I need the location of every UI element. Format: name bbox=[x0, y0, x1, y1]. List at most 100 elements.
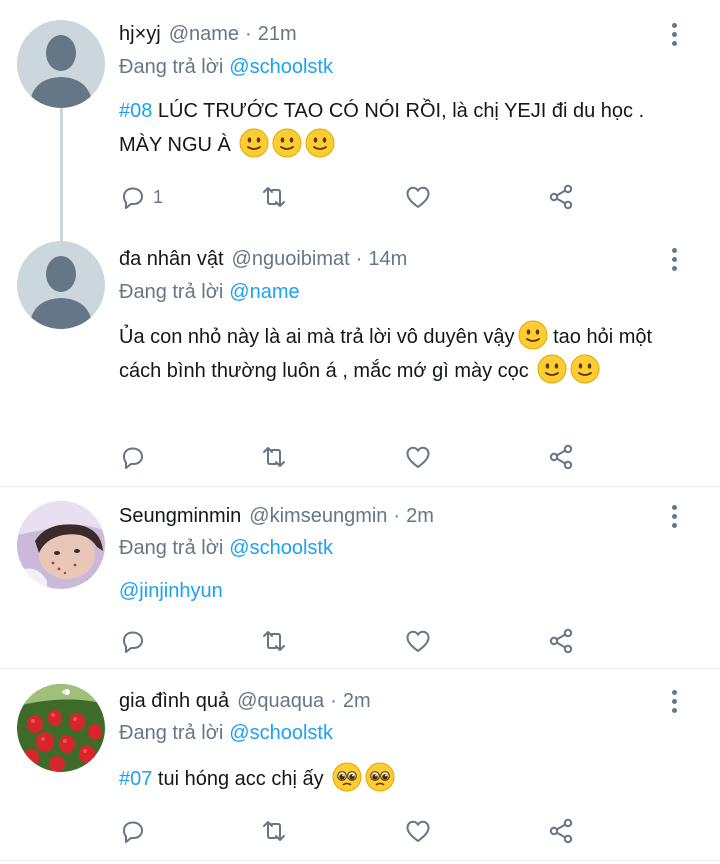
hashtag-link[interactable]: #07 bbox=[119, 768, 152, 790]
action-bar bbox=[119, 625, 589, 657]
avatar[interactable] bbox=[17, 501, 105, 589]
replying-to-label: Đang trả lời bbox=[119, 537, 224, 559]
photo-avatar-person bbox=[17, 501, 105, 589]
replying-to-label: Đang trả lời bbox=[119, 281, 224, 303]
avatar[interactable] bbox=[17, 20, 105, 108]
divider bbox=[0, 860, 720, 861]
separator: · bbox=[355, 247, 363, 270]
share-button[interactable] bbox=[547, 815, 575, 847]
avatar[interactable] bbox=[17, 241, 105, 329]
replying-to-label: Đang trả lời bbox=[119, 56, 224, 78]
divider bbox=[0, 668, 720, 669]
replying-to-label: Đang trả lời bbox=[119, 722, 224, 744]
more-options-icon[interactable] bbox=[664, 18, 684, 50]
slightly-smiling-face-emoji bbox=[570, 354, 601, 384]
avatar[interactable] bbox=[17, 684, 105, 772]
heart-icon bbox=[406, 186, 430, 208]
retweet-icon bbox=[263, 447, 285, 467]
reply-icon bbox=[123, 187, 143, 209]
tweet-text: @jinjinhyun bbox=[119, 574, 679, 608]
timestamp[interactable]: 2m bbox=[343, 690, 371, 713]
pleading-face-emoji bbox=[365, 762, 395, 792]
timestamp[interactable]: 14m bbox=[368, 248, 407, 271]
reply-icon bbox=[123, 631, 143, 653]
tweet-header: gia đình quả @quaqua · 2m bbox=[119, 685, 371, 717]
tweet-header: Seungminmin @kimseungmin · 2m bbox=[119, 500, 434, 532]
tweet-text-content: tui hóng acc chị ấy bbox=[152, 768, 330, 790]
retweet-icon bbox=[263, 187, 285, 207]
heart-icon bbox=[406, 630, 430, 652]
slightly-smiling-face-emoji bbox=[517, 320, 548, 350]
mention-link[interactable]: @schoolstk bbox=[229, 722, 333, 744]
user-name[interactable]: hj×yj bbox=[119, 23, 161, 46]
pleading-face-emoji bbox=[332, 762, 362, 792]
more-options-icon[interactable] bbox=[664, 243, 684, 275]
user-name[interactable]: Seungminmin bbox=[119, 505, 241, 528]
tweet-text: #07 tui hóng acc chị ấy bbox=[119, 762, 679, 796]
tweet-header: hj×yj @name · 21m bbox=[119, 18, 297, 50]
photo-avatar-strawberries bbox=[17, 684, 105, 772]
like-button[interactable] bbox=[404, 625, 432, 657]
mention-link[interactable]: @schoolstk bbox=[229, 537, 333, 559]
more-options-icon[interactable] bbox=[664, 500, 684, 532]
like-button[interactable] bbox=[404, 181, 432, 213]
slightly-smiling-face-emoji bbox=[305, 128, 336, 158]
user-handle[interactable]: @name bbox=[169, 23, 239, 46]
hashtag-link[interactable]: #08 bbox=[119, 100, 152, 122]
action-bar: 1 bbox=[119, 181, 589, 213]
timestamp[interactable]: 2m bbox=[406, 505, 434, 528]
slightly-smiling-face-emoji bbox=[239, 128, 270, 158]
action-bar bbox=[119, 815, 589, 847]
share-icon bbox=[549, 184, 573, 210]
retweet-icon bbox=[263, 631, 285, 651]
replying-to: Đang trả lời @name bbox=[119, 277, 300, 307]
replying-to: Đang trả lời @schoolstk bbox=[119, 533, 333, 563]
separator: · bbox=[393, 504, 401, 527]
slightly-smiling-face-emoji bbox=[272, 128, 303, 158]
separator: · bbox=[330, 689, 337, 712]
replying-to: Đang trả lời @schoolstk bbox=[119, 718, 333, 748]
retweet-button[interactable] bbox=[260, 815, 288, 847]
tweet-text: #08 LÚC TRƯỚC TAO CÓ NÓI RỒI, là chị YEJ… bbox=[119, 94, 679, 162]
user-name[interactable]: gia đình quả bbox=[119, 690, 229, 713]
replying-to: Đang trả lời @schoolstk bbox=[119, 52, 333, 82]
share-button[interactable] bbox=[547, 181, 575, 213]
retweet-icon bbox=[263, 821, 285, 841]
share-icon bbox=[549, 628, 573, 654]
share-button[interactable] bbox=[547, 625, 575, 657]
heart-icon bbox=[406, 820, 430, 842]
like-button[interactable] bbox=[404, 441, 432, 473]
reply-button[interactable] bbox=[119, 625, 147, 657]
user-handle[interactable]: @quaqua bbox=[237, 690, 324, 713]
tweet-text-content: Ủa con nhỏ này là ai mà trả lời vô duyên… bbox=[119, 326, 515, 348]
tweet-text-content: LÚC TRƯỚC TAO CÓ NÓI RỒI, là chị YEJI đi… bbox=[119, 100, 645, 156]
heart-icon bbox=[406, 446, 430, 468]
reply-button[interactable] bbox=[119, 441, 147, 473]
user-handle[interactable]: @kimseungmin bbox=[249, 505, 387, 528]
reply-count: 1 bbox=[153, 186, 164, 207]
separator: · bbox=[245, 22, 252, 45]
slightly-smiling-face-emoji bbox=[537, 354, 568, 384]
retweet-button[interactable] bbox=[260, 441, 288, 473]
share-button[interactable] bbox=[547, 441, 575, 473]
tweet-text: Ủa con nhỏ này là ai mà trả lời vô duyên… bbox=[119, 320, 679, 388]
thread-line bbox=[60, 108, 63, 242]
reply-button[interactable] bbox=[119, 815, 147, 847]
share-icon bbox=[549, 444, 573, 470]
divider bbox=[0, 486, 720, 487]
retweet-button[interactable] bbox=[260, 625, 288, 657]
mention-link[interactable]: @jinjinhyun bbox=[119, 580, 223, 602]
more-options-icon[interactable] bbox=[664, 685, 684, 717]
user-name[interactable]: đa nhân vật bbox=[119, 248, 224, 271]
reply-icon bbox=[123, 447, 143, 469]
mention-link[interactable]: @name bbox=[229, 281, 299, 303]
timestamp[interactable]: 21m bbox=[258, 23, 297, 46]
like-button[interactable] bbox=[404, 815, 432, 847]
user-handle[interactable]: @nguoibimat bbox=[232, 248, 350, 271]
retweet-button[interactable] bbox=[260, 181, 288, 213]
share-icon bbox=[549, 818, 573, 844]
reply-button[interactable]: 1 bbox=[119, 181, 163, 213]
mention-link[interactable]: @schoolstk bbox=[229, 56, 333, 78]
action-bar bbox=[119, 441, 589, 473]
tweet-header: đa nhân vật @nguoibimat · 14m bbox=[119, 243, 407, 275]
